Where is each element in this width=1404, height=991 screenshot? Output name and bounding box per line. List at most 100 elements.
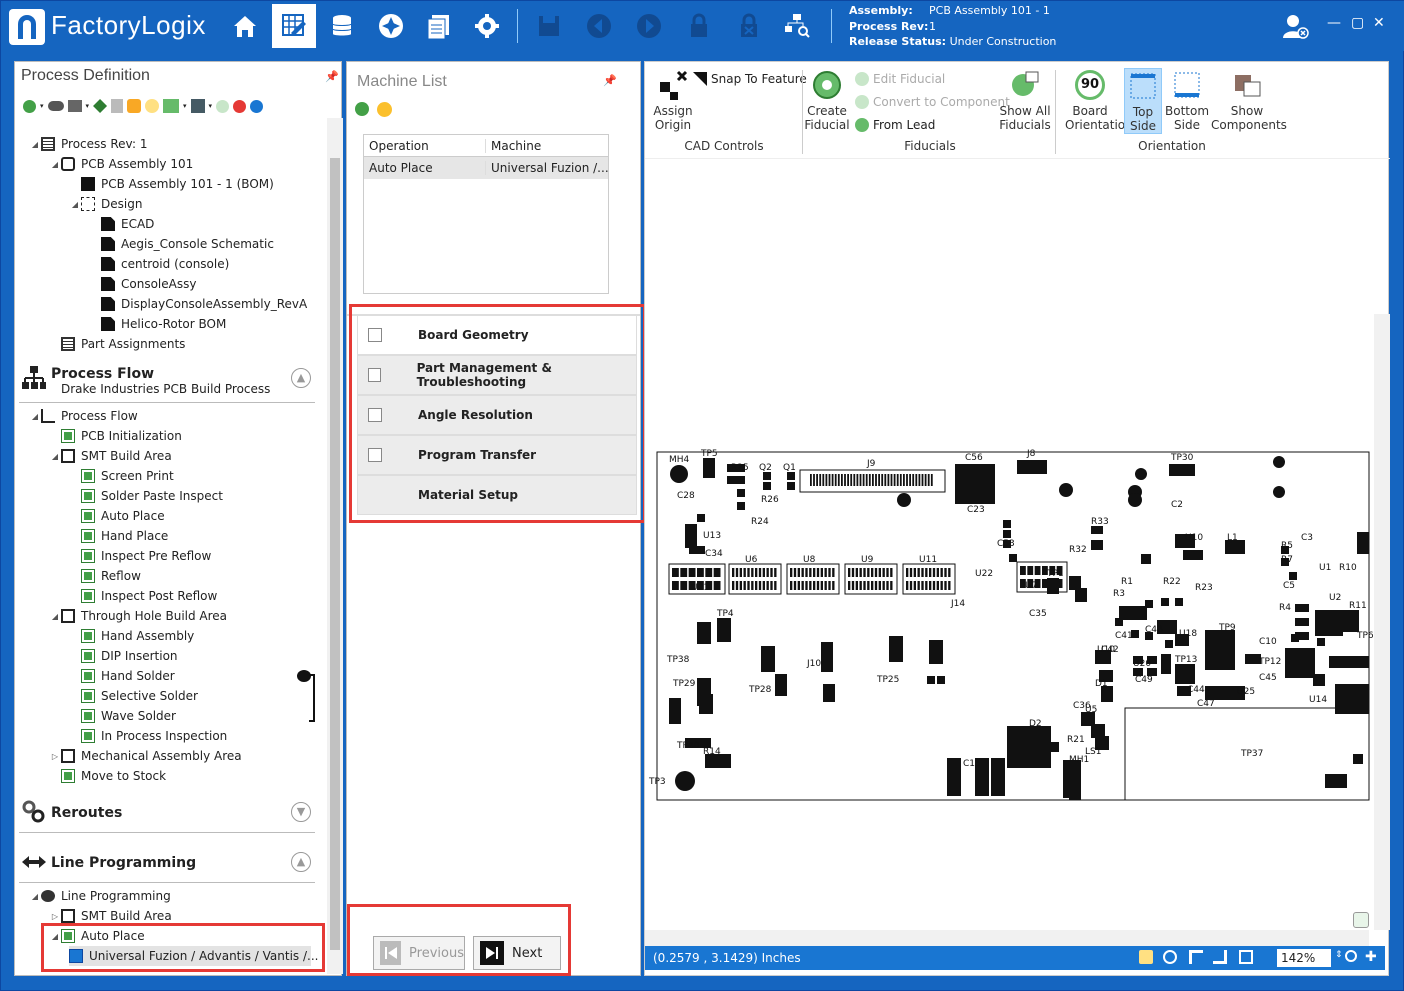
- tree-item[interactable]: ◢ SMT Build Area: [49, 446, 172, 466]
- tree-item[interactable]: Move to Stock: [49, 766, 166, 786]
- tree-item[interactable]: Reflow: [69, 566, 141, 586]
- map-icon[interactable]: [163, 99, 180, 113]
- minimize-button[interactable]: —: [1327, 15, 1341, 31]
- add-machine-icon[interactable]: [355, 102, 369, 116]
- create-fiducial-button[interactable]: Create Fiducial: [803, 70, 851, 132]
- approve-icon[interactable]: [216, 99, 230, 113]
- snap-to-feature-button[interactable]: Snap To Feature: [693, 72, 807, 86]
- tree-item[interactable]: In Process Inspection: [69, 726, 227, 746]
- canvas-horizontal-scrollbar[interactable]: [645, 930, 1369, 946]
- assign-origin-button[interactable]: Assign Origin: [649, 70, 697, 132]
- show-all-fiducials-button[interactable]: Show All Fiducials: [999, 70, 1051, 132]
- tree-item[interactable]: ◢ Process Rev: 1: [29, 134, 147, 154]
- print-icon[interactable]: [67, 100, 82, 112]
- star-icon[interactable]: [145, 99, 160, 113]
- tree-item[interactable]: Hand Place: [69, 526, 168, 546]
- stop-icon[interactable]: [233, 99, 247, 113]
- tree-item[interactable]: PCB Assembly 101 - 1 (BOM): [69, 174, 274, 194]
- tree-item[interactable]: ◢ Process Flow: [29, 406, 138, 426]
- table-row[interactable]: Auto Place Universal Fuzion /...: [364, 157, 608, 179]
- tree-item[interactable]: DisplayConsoleAssembly_RevA: [89, 294, 307, 314]
- top-side-button[interactable]: Top Side: [1124, 68, 1162, 134]
- add-icon[interactable]: [23, 99, 36, 113]
- lock-measure-icon[interactable]: [1139, 950, 1153, 964]
- tree-item[interactable]: ◢ Through Hole Build Area: [49, 606, 227, 626]
- zoom-in-icon[interactable]: ✚: [1365, 949, 1377, 965]
- tree-item[interactable]: ◢ Line Programming: [29, 886, 171, 906]
- column-header-machine[interactable]: Machine: [486, 139, 608, 153]
- navigate-button[interactable]: [369, 4, 413, 48]
- collapse-up-icon[interactable]: ▲: [291, 368, 311, 388]
- home-button[interactable]: [223, 4, 267, 48]
- forward-button[interactable]: [627, 4, 671, 48]
- tree-item[interactable]: ▷ Mechanical Assembly Area: [49, 746, 242, 766]
- fit-view-icon[interactable]: [1239, 950, 1253, 964]
- scrollbar-thumb[interactable]: [330, 158, 340, 950]
- bottom-side-button[interactable]: Bottom Side: [1165, 70, 1209, 132]
- reroutes-section-header[interactable]: Reroutes ▼: [15, 796, 315, 832]
- settings-button[interactable]: [465, 4, 509, 48]
- hierarchy-search-button[interactable]: [775, 4, 819, 48]
- zoom-level-field[interactable]: 142%: [1277, 949, 1331, 967]
- tree-item[interactable]: centroid (console): [89, 254, 229, 274]
- tree-item[interactable]: ◢ Design: [69, 194, 142, 214]
- tree-item[interactable]: Auto Place: [69, 506, 165, 526]
- maximize-button[interactable]: ▢: [1351, 15, 1364, 31]
- database-button[interactable]: [321, 4, 365, 48]
- zoom-out-icon[interactable]: [1345, 950, 1357, 962]
- back-button[interactable]: [577, 4, 621, 48]
- close-button[interactable]: ✕: [1373, 15, 1385, 31]
- tree-item[interactable]: Screen Print: [69, 466, 174, 486]
- documents-icon: [427, 15, 449, 40]
- tree-item[interactable]: Hand Solder: [69, 666, 175, 686]
- lock-button[interactable]: [677, 4, 721, 48]
- puzzle-icon[interactable]: [93, 99, 108, 113]
- process-flow-section-header[interactable]: Process Flow Drake Industries PCB Build …: [15, 362, 315, 398]
- configure-gear-icon[interactable]: [377, 102, 392, 117]
- canvas-vertical-scrollbar[interactable]: [1374, 314, 1390, 930]
- tree-item[interactable]: ConsoleAssy: [89, 274, 196, 294]
- process-editor-button[interactable]: [272, 4, 316, 48]
- tree-item[interactable]: Aegis_Console Schematic: [89, 234, 274, 254]
- from-lead-button[interactable]: From Lead: [855, 118, 935, 132]
- cup-icon[interactable]: [111, 99, 124, 113]
- tree-item[interactable]: Inspect Post Reflow: [69, 586, 217, 606]
- tree-item[interactable]: Hand Assembly: [69, 626, 194, 646]
- line-programming-section-header[interactable]: Line Programming ▲: [15, 846, 315, 882]
- user-logout-button[interactable]: [1273, 4, 1317, 48]
- tree-item[interactable]: PCB Initialization: [49, 426, 182, 446]
- tree-item[interactable]: Part Assignments: [49, 334, 185, 354]
- save-button[interactable]: [527, 4, 571, 48]
- flask-icon[interactable]: [127, 99, 142, 113]
- edit-fiducial-button[interactable]: Edit Fiducial: [855, 72, 945, 86]
- column-header-operation[interactable]: Operation: [364, 138, 486, 153]
- pin-icon[interactable]: 📌: [603, 74, 617, 87]
- component-icon[interactable]: [190, 99, 205, 113]
- reports-button[interactable]: [417, 4, 461, 48]
- info-icon[interactable]: [250, 99, 264, 113]
- pin-icon[interactable]: 📌: [325, 70, 339, 83]
- board-orientation-button[interactable]: 90 Board Orientation: [1065, 70, 1133, 132]
- pan-tool-icon[interactable]: [1213, 950, 1227, 964]
- convert-to-component-button[interactable]: Convert to Component: [855, 95, 1010, 109]
- canvas-nav-icon[interactable]: [1353, 912, 1369, 928]
- link-icon[interactable]: [47, 101, 64, 111]
- pcb-drawing[interactable]: MH4 TP5 R25 Q2 Q1 J9 C56 J8 TP30 C28 R26 C23 C2 R24 R3…: [645, 314, 1374, 930]
- tree-item[interactable]: Selective Solder: [69, 686, 198, 706]
- tree-item[interactable]: ◢ PCB Assembly 101: [49, 154, 193, 174]
- collapse-up-icon[interactable]: ▲: [291, 852, 311, 872]
- tree-item[interactable]: Inspect Pre Reflow: [69, 546, 211, 566]
- select-tool-icon[interactable]: [1189, 950, 1203, 964]
- tree-item[interactable]: Wave Solder: [69, 706, 176, 726]
- pcb-canvas[interactable]: MH4 TP5 R25 Q2 Q1 J9 C56 J8 TP30 C28 R26 C23 C2 R24 R3…: [645, 314, 1385, 930]
- zoom-spin-icon[interactable]: ⇕: [1335, 950, 1343, 960]
- show-components-button[interactable]: Show Components: [1211, 70, 1287, 132]
- expand-down-icon[interactable]: ▼: [291, 802, 311, 822]
- tree-item[interactable]: ECAD: [89, 214, 154, 234]
- zoom-tool-icon[interactable]: [1163, 950, 1177, 964]
- unlock-button[interactable]: [727, 4, 771, 48]
- tree-item[interactable]: Solder Paste Inspect: [69, 486, 223, 506]
- vertical-scrollbar[interactable]: [327, 118, 343, 974]
- tree-item[interactable]: Helico-Rotor BOM: [89, 314, 226, 334]
- tree-item[interactable]: DIP Insertion: [69, 646, 178, 666]
